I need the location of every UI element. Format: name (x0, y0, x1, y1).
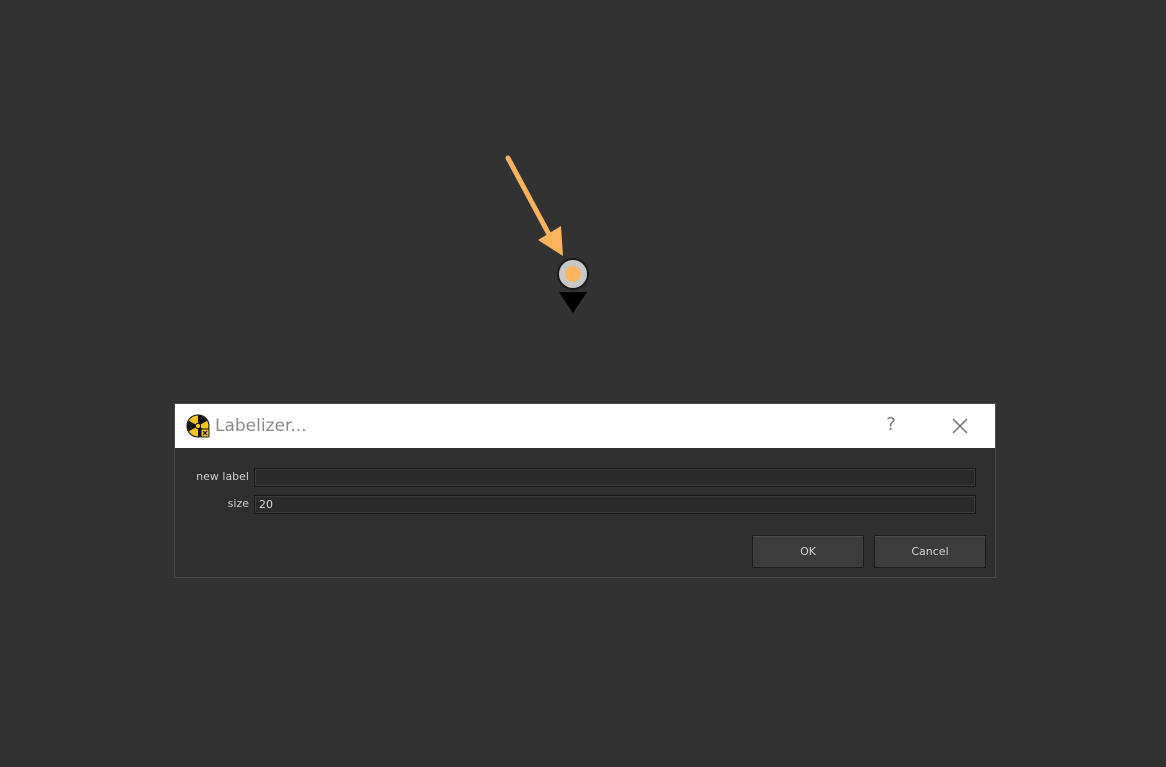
size-input[interactable] (254, 495, 976, 514)
dialog-title: Labelizer... (215, 416, 307, 436)
arrow-pointer-icon (505, 155, 563, 256)
cancel-button[interactable]: Cancel (874, 535, 986, 568)
size-label: size (227, 497, 249, 510)
dot-node-icon[interactable] (557, 258, 589, 313)
close-button[interactable] (950, 416, 970, 436)
close-icon (952, 418, 968, 434)
nuke-app-icon (186, 414, 210, 438)
help-icon: ? (886, 414, 896, 435)
ok-button[interactable]: OK (752, 535, 864, 568)
new-label-input[interactable] (254, 468, 976, 487)
new-label-label: new label (196, 470, 249, 483)
help-button[interactable]: ? (881, 413, 901, 437)
labelizer-dialog: Labelizer... ? new label size OK Cancel (174, 403, 996, 578)
node-graph-overlay (505, 155, 589, 313)
node-graph-canvas[interactable] (0, 0, 1166, 767)
dialog-titlebar[interactable]: Labelizer... ? (175, 404, 995, 448)
